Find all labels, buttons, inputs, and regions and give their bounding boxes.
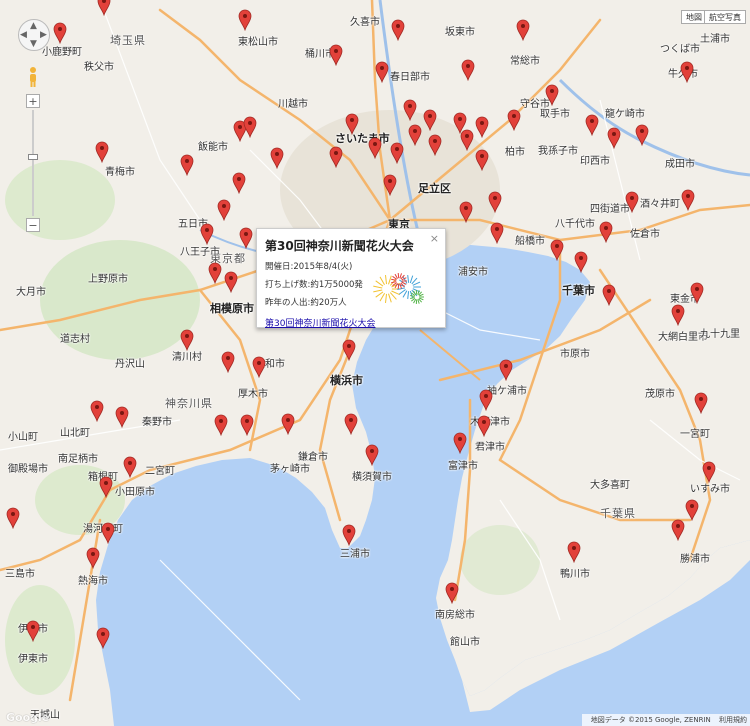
map-marker-icon[interactable] xyxy=(680,61,694,83)
map-marker-icon[interactable] xyxy=(545,84,559,106)
map-marker-icon[interactable] xyxy=(702,461,716,483)
street-view-pegman-icon[interactable] xyxy=(27,66,39,88)
map-type-satellite-button[interactable]: 航空写真 xyxy=(704,10,746,24)
map-marker-icon[interactable] xyxy=(344,413,358,435)
map-marker-icon[interactable] xyxy=(671,304,685,326)
map-marker-icon[interactable] xyxy=(477,415,491,437)
zoom-control[interactable]: + − xyxy=(26,94,40,232)
map-marker-icon[interactable] xyxy=(403,99,417,121)
google-logo: Google xyxy=(6,711,50,724)
pan-up-icon[interactable]: ▲ xyxy=(30,21,37,31)
map-marker-icon[interactable] xyxy=(221,351,235,373)
map-marker-icon[interactable] xyxy=(408,124,422,146)
map-marker-icon[interactable] xyxy=(475,116,489,138)
pan-left-icon[interactable]: ◀ xyxy=(20,30,27,40)
map-marker-icon[interactable] xyxy=(507,109,521,131)
map-marker-icon[interactable] xyxy=(671,519,685,541)
map-marker-icon[interactable] xyxy=(240,414,254,436)
map-marker-icon[interactable] xyxy=(574,251,588,273)
map-marker-icon[interactable] xyxy=(694,392,708,414)
zoom-slider-handle[interactable] xyxy=(28,154,38,160)
map-marker-icon[interactable] xyxy=(86,547,100,569)
map-marker-icon[interactable] xyxy=(243,116,257,138)
event-link[interactable]: 第30回神奈川新聞花火大会 xyxy=(265,316,437,329)
map-marker-icon[interactable] xyxy=(368,137,382,159)
attribution-bar: 地図データ ©2015 Google, ZENRIN 利用規約 xyxy=(581,714,750,726)
map-marker-icon[interactable] xyxy=(690,282,704,304)
map-marker-icon[interactable] xyxy=(208,262,222,284)
attribution-text: 地図データ ©2015 Google, ZENRIN xyxy=(590,716,711,724)
map-marker-icon[interactable] xyxy=(214,414,228,436)
map-marker-icon[interactable] xyxy=(329,44,343,66)
info-window: × 第30回神奈川新聞花火大会 開催日:2015年8/4(火) 打ち上げ数:約1… xyxy=(256,228,446,329)
map-marker-icon[interactable] xyxy=(391,19,405,41)
map-marker-icon[interactable] xyxy=(180,329,194,351)
map-marker-icon[interactable] xyxy=(281,413,295,435)
map-marker-icon[interactable] xyxy=(423,109,437,131)
map-marker-icon[interactable] xyxy=(516,19,530,41)
map-marker-icon[interactable] xyxy=(479,389,493,411)
map-marker-icon[interactable] xyxy=(99,476,113,498)
map-marker-icon[interactable] xyxy=(101,522,115,544)
map-marker-icon[interactable] xyxy=(428,134,442,156)
map-marker-icon[interactable] xyxy=(270,147,284,169)
map-marker-icon[interactable] xyxy=(200,223,214,245)
pan-control[interactable]: ▲ ▼ ◀ ▶ xyxy=(18,19,50,51)
map-marker-icon[interactable] xyxy=(625,191,639,213)
map-marker-icon[interactable] xyxy=(475,149,489,171)
map-marker-icon[interactable] xyxy=(115,406,129,428)
map-marker-icon[interactable] xyxy=(239,227,253,249)
map-marker-icon[interactable] xyxy=(681,189,695,211)
map-marker-icon[interactable] xyxy=(6,507,20,529)
map-marker-icon[interactable] xyxy=(123,456,137,478)
pan-right-icon[interactable]: ▶ xyxy=(40,30,47,40)
zoom-in-button[interactable]: + xyxy=(26,94,40,108)
map-marker-icon[interactable] xyxy=(607,127,621,149)
map-marker-icon[interactable] xyxy=(461,59,475,81)
map-base-layer xyxy=(0,0,750,726)
map-marker-icon[interactable] xyxy=(95,141,109,163)
map-marker-icon[interactable] xyxy=(96,627,110,649)
map-marker-icon[interactable] xyxy=(567,541,581,563)
map-marker-icon[interactable] xyxy=(550,239,564,261)
map-marker-icon[interactable] xyxy=(375,61,389,83)
map-marker-icon[interactable] xyxy=(602,284,616,306)
map-marker-icon[interactable] xyxy=(585,114,599,136)
map-marker-icon[interactable] xyxy=(238,9,252,31)
map-marker-icon[interactable] xyxy=(445,582,459,604)
map-marker-icon[interactable] xyxy=(685,499,699,521)
map-marker-icon[interactable] xyxy=(599,221,613,243)
map-marker-icon[interactable] xyxy=(345,113,359,135)
map-marker-icon[interactable] xyxy=(453,432,467,454)
map-marker-icon[interactable] xyxy=(180,154,194,176)
map-marker-icon[interactable] xyxy=(453,112,467,134)
map-marker-icon[interactable] xyxy=(232,172,246,194)
pan-down-icon[interactable]: ▼ xyxy=(30,39,37,49)
map-marker-icon[interactable] xyxy=(97,0,111,16)
map-marker-icon[interactable] xyxy=(53,22,67,44)
map-marker-icon[interactable] xyxy=(499,359,513,381)
map-marker-icon[interactable] xyxy=(90,400,104,422)
terms-link[interactable]: 利用規約 xyxy=(719,716,747,724)
map-marker-icon[interactable] xyxy=(488,191,502,213)
map-marker-icon[interactable] xyxy=(329,146,343,168)
map-marker-icon[interactable] xyxy=(635,124,649,146)
fireworks-icon xyxy=(371,271,427,311)
map-marker-icon[interactable] xyxy=(224,271,238,293)
map-marker-icon[interactable] xyxy=(459,201,473,223)
info-window-title: 第30回神奈川新聞花火大会 xyxy=(265,239,414,253)
zoom-out-button[interactable]: − xyxy=(26,218,40,232)
map-marker-icon[interactable] xyxy=(365,444,379,466)
map-marker-icon[interactable] xyxy=(383,174,397,196)
map-marker-icon[interactable] xyxy=(490,222,504,244)
close-icon[interactable]: × xyxy=(430,232,439,245)
map-marker-icon[interactable] xyxy=(342,524,356,546)
map-canvas[interactable]: 埼玉県 東京都 千葉県 神奈川県 さいたま市 足立区 東京 千葉市 横浜市 相模原市 小鹿野町 秩父市… xyxy=(0,0,750,726)
map-marker-icon[interactable] xyxy=(390,142,404,164)
map-marker-icon[interactable] xyxy=(342,339,356,361)
map-marker-icon[interactable] xyxy=(217,199,231,221)
zoom-slider-track[interactable] xyxy=(32,110,34,216)
map-marker-icon[interactable] xyxy=(252,356,266,378)
map-marker-icon[interactable] xyxy=(26,620,40,642)
